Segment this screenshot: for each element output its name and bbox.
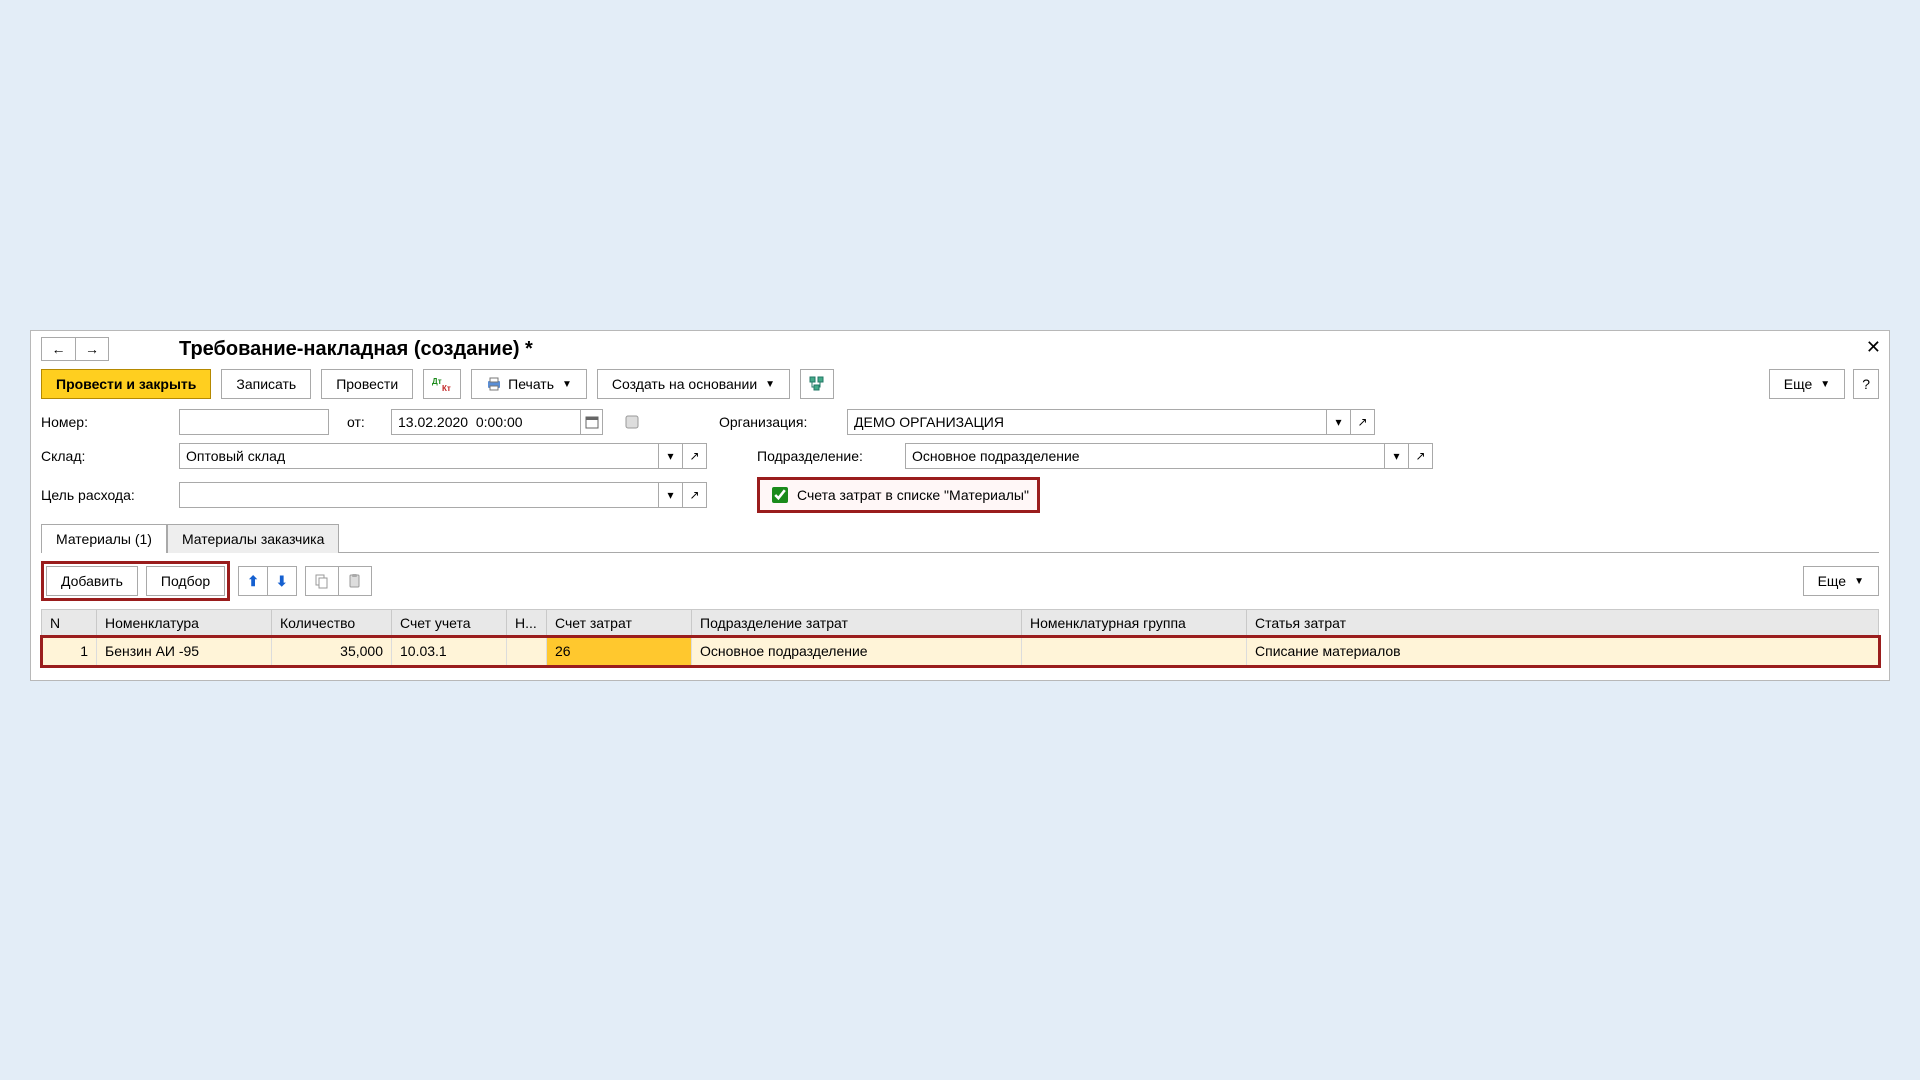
window-title: Требование-накладная (создание) * [179, 338, 533, 361]
col-n[interactable]: N [42, 610, 97, 637]
open-icon[interactable]: ↗ [683, 482, 707, 508]
cell-item[interactable]: Бензин АИ -95 [97, 637, 272, 666]
dt-kt-button[interactable]: ДтКт [423, 369, 461, 399]
svg-text:Кт: Кт [442, 384, 451, 392]
select-button[interactable]: Подбор [146, 566, 225, 596]
cost-accounts-checkbox[interactable] [772, 487, 788, 503]
purpose-label: Цель расхода: [41, 487, 161, 503]
forward-button[interactable]: → [75, 337, 109, 361]
from-label: от: [347, 414, 373, 430]
org-label: Организация: [719, 414, 829, 430]
grid-toolbar: Добавить Подбор ⬆ ⬇ Еще ▼ [41, 553, 1879, 609]
open-icon[interactable]: ↗ [683, 443, 707, 469]
number-input[interactable] [179, 409, 329, 435]
paste-icon [347, 573, 363, 589]
more-button[interactable]: Еще ▼ [1769, 369, 1845, 399]
col-cost-acct[interactable]: Счет затрат [547, 610, 692, 637]
titlebar: ← → Требование-накладная (создание) * [41, 337, 1879, 361]
cell-acct[interactable]: 10.03.1 [392, 637, 507, 666]
warehouse-input[interactable] [179, 443, 659, 469]
print-button[interactable]: Печать ▼ [471, 369, 587, 399]
grid-more-label: Еще [1818, 573, 1847, 589]
cell-cost-article[interactable]: Списание материалов [1247, 637, 1879, 666]
print-label: Печать [508, 376, 554, 392]
dropdown-icon[interactable]: ▾ [659, 443, 683, 469]
cell-cost-dept[interactable]: Основное подразделение [692, 637, 1022, 666]
col-acct[interactable]: Счет учета [392, 610, 507, 637]
col-cost-article[interactable]: Статья затрат [1247, 610, 1879, 637]
help-button[interactable]: ? [1853, 369, 1879, 399]
chevron-down-icon: ▼ [765, 379, 775, 390]
cost-accounts-check[interactable]: Счета затрат в списке "Материалы" [757, 477, 1040, 513]
col-nom-group[interactable]: Номенклатурная группа [1022, 610, 1247, 637]
table-row[interactable]: 1 Бензин АИ -95 35,000 10.03.1 26 Основн… [42, 637, 1879, 666]
svg-text:Дт: Дт [432, 377, 442, 386]
cell-nom-group[interactable] [1022, 637, 1247, 666]
move-down-button[interactable]: ⬇ [268, 566, 297, 596]
cell-cost-acct[interactable]: 26 [547, 637, 692, 666]
post-and-close-button[interactable]: Провести и закрыть [41, 369, 211, 399]
warehouse-label: Склад: [41, 448, 161, 464]
cell-qty[interactable]: 35,000 [272, 637, 392, 666]
post-button[interactable]: Провести [321, 369, 413, 399]
time-icon[interactable] [621, 409, 643, 435]
dropdown-icon[interactable]: ▾ [1385, 443, 1409, 469]
dept-label: Подразделение: [757, 448, 887, 464]
col-cost-dept[interactable]: Подразделение затрат [692, 610, 1022, 637]
open-icon[interactable]: ↗ [1409, 443, 1433, 469]
structure-button[interactable] [800, 369, 834, 399]
org-input[interactable] [847, 409, 1327, 435]
main-toolbar: Провести и закрыть Записать Провести ДтК… [41, 369, 1879, 399]
move-up-button[interactable]: ⬆ [238, 566, 268, 596]
add-select-highlight: Добавить Подбор [41, 561, 230, 601]
col-h[interactable]: Н... [507, 610, 547, 637]
dropdown-icon[interactable]: ▾ [1327, 409, 1351, 435]
tab-materials[interactable]: Материалы (1) [41, 524, 167, 553]
printer-icon [486, 377, 502, 391]
copy-icon [314, 573, 330, 589]
open-icon[interactable]: ↗ [1351, 409, 1375, 435]
purpose-input[interactable] [179, 482, 659, 508]
create-based-on-button[interactable]: Создать на основании ▼ [597, 369, 790, 399]
copy-button[interactable] [305, 566, 339, 596]
chevron-down-icon: ▼ [1854, 576, 1864, 587]
materials-table: N Номенклатура Количество Счет учета Н..… [41, 609, 1879, 666]
create-based-label: Создать на основании [612, 376, 757, 392]
dept-input[interactable] [905, 443, 1385, 469]
calendar-icon[interactable] [581, 409, 603, 435]
document-window: ✕ ← → Требование-накладная (создание) * … [30, 330, 1890, 681]
chevron-down-icon: ▼ [562, 379, 572, 390]
col-qty[interactable]: Количество [272, 610, 392, 637]
chevron-down-icon: ▼ [1820, 379, 1830, 390]
dropdown-icon[interactable]: ▾ [659, 482, 683, 508]
tab-customer-materials[interactable]: Материалы заказчика [167, 524, 339, 553]
date-input[interactable] [391, 409, 581, 435]
more-label: Еще [1784, 376, 1813, 392]
save-button[interactable]: Записать [221, 369, 311, 399]
cell-h[interactable] [507, 637, 547, 666]
col-item[interactable]: Номенклатура [97, 610, 272, 637]
cost-accounts-label: Счета затрат в списке "Материалы" [797, 487, 1029, 503]
close-icon[interactable]: ✕ [1866, 337, 1881, 358]
add-button[interactable]: Добавить [46, 566, 138, 596]
number-label: Номер: [41, 414, 161, 430]
back-button[interactable]: ← [41, 337, 75, 361]
tabs: Материалы (1) Материалы заказчика [41, 523, 1879, 553]
document-form: Номер: от: Организация: ▾ ↗ [41, 409, 1879, 513]
grid-more-button[interactable]: Еще ▼ [1803, 566, 1879, 596]
cell-n[interactable]: 1 [42, 637, 97, 666]
paste-button[interactable] [339, 566, 372, 596]
